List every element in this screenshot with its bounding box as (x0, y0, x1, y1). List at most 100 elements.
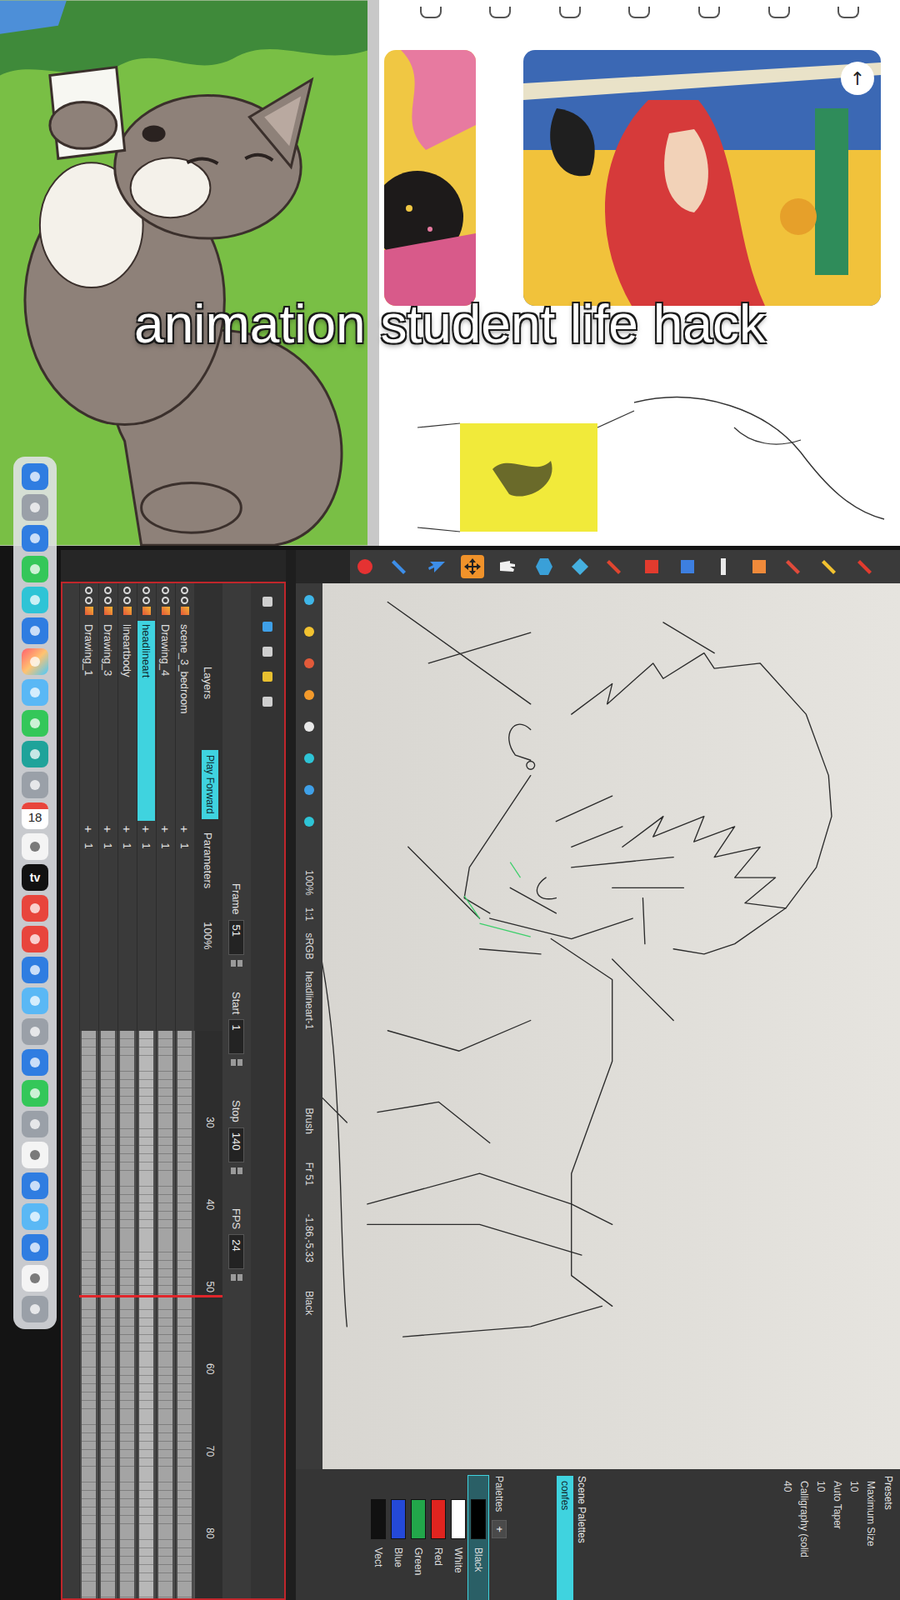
spinner-icon[interactable] (230, 1274, 243, 1281)
tool-button[interactable] (640, 555, 664, 579)
app-icon[interactable] (21, 1018, 49, 1045)
tool-button[interactable] (496, 555, 520, 579)
add-layer-button[interactable]: + (159, 820, 174, 838)
preset-item[interactable]: Auto Taper (831, 1480, 844, 1600)
spinner-icon[interactable] (230, 1167, 243, 1175)
drawing-canvas[interactable] (322, 583, 900, 1470)
app-icon[interactable] (21, 555, 49, 583)
lock-icon[interactable] (124, 596, 132, 605)
lock-icon[interactable] (85, 596, 94, 605)
app-icon[interactable] (21, 1295, 49, 1323)
timeline-tool-icon[interactable] (259, 593, 276, 610)
tool-button[interactable] (819, 555, 843, 579)
layer-track[interactable] (136, 1030, 156, 1599)
layer-row[interactable]: scene_3_bedroom + 1 (175, 583, 195, 1031)
preset-item[interactable]: 10 (815, 1480, 827, 1600)
color-row[interactable]: Green (408, 1475, 429, 1600)
add-color-button[interactable]: + (491, 1520, 507, 1539)
lock-icon[interactable] (143, 596, 151, 605)
visibility-icon[interactable] (105, 586, 113, 595)
timeline-tool-icon[interactable] (259, 668, 276, 685)
view-option-icon[interactable] (300, 813, 318, 830)
toolbar-icon[interactable] (489, 6, 511, 19)
app-icon[interactable] (21, 1110, 49, 1138)
lock-icon[interactable] (181, 596, 190, 605)
toolbar-icon[interactable] (768, 6, 790, 19)
app-icon[interactable]: 18 (21, 802, 49, 830)
tool-button[interactable] (568, 555, 592, 579)
palette-item[interactable]: confes (556, 1475, 574, 1600)
app-icon[interactable] (21, 525, 49, 552)
app-icon[interactable] (21, 987, 49, 1015)
app-icon[interactable] (21, 463, 49, 490)
app-icon[interactable] (21, 617, 49, 645)
app-icon[interactable] (21, 925, 49, 953)
app-icon[interactable] (21, 1141, 49, 1169)
app-icon[interactable] (21, 740, 49, 768)
tool-button[interactable] (747, 555, 771, 579)
app-icon[interactable] (21, 771, 49, 799)
view-option-icon[interactable] (300, 718, 318, 735)
tool-button[interactable] (783, 555, 807, 579)
tool-button[interactable] (675, 555, 700, 579)
app-icon[interactable] (21, 1203, 49, 1230)
view-option-icon[interactable] (300, 623, 318, 640)
view-option-icon[interactable] (300, 655, 318, 672)
app-icon[interactable] (21, 494, 49, 521)
tool-button[interactable] (353, 555, 377, 579)
scroll-top-button[interactable]: ↑ (840, 61, 875, 95)
timeline-tool-icon[interactable] (259, 693, 276, 710)
frame-ruler[interactable]: 304050607080 (194, 1030, 223, 1599)
timeline-tool-icon[interactable] (259, 643, 276, 660)
field-input[interactable]: 24 (229, 1234, 245, 1270)
layer-row[interactable]: Drawing_4 + 1 (155, 583, 175, 1031)
pixel-ratio[interactable]: 1:1 (303, 907, 315, 922)
zoom-level[interactable]: 100% (303, 870, 315, 896)
tool-button[interactable] (711, 555, 735, 579)
visibility-icon[interactable] (124, 586, 132, 595)
spinner-icon[interactable] (230, 960, 243, 967)
layer-row[interactable]: Drawing_3 + 1 (98, 583, 118, 1031)
preset-item[interactable]: 40 (781, 1480, 794, 1600)
preset-item[interactable]: Maximum Size (865, 1480, 877, 1600)
app-icon[interactable] (21, 1049, 49, 1076)
app-icon[interactable] (21, 679, 49, 706)
app-icon[interactable] (21, 1172, 49, 1200)
image-card[interactable]: ↑ (523, 50, 881, 306)
layer-track[interactable] (117, 1030, 137, 1599)
toolbar-icon[interactable] (698, 6, 720, 19)
app-icon[interactable]: tv (21, 864, 49, 891)
view-option-icon[interactable] (300, 781, 318, 799)
color-row[interactable]: Black (468, 1475, 489, 1600)
visibility-icon[interactable] (181, 586, 190, 595)
image-card[interactable] (384, 377, 893, 545)
preset-item[interactable]: 10 (848, 1480, 860, 1600)
toolbar-icon[interactable] (559, 6, 581, 19)
tool-button[interactable] (389, 555, 413, 579)
add-layer-button[interactable]: + (120, 820, 135, 838)
app-icon[interactable] (21, 895, 49, 922)
color-row[interactable]: Blue (388, 1475, 409, 1600)
color-row[interactable]: Red (428, 1475, 449, 1600)
layer-track[interactable] (79, 1030, 99, 1599)
timeline-tool-icon[interactable] (259, 618, 276, 635)
app-icon[interactable] (21, 710, 49, 737)
tool-button[interactable] (460, 555, 485, 579)
visibility-icon[interactable] (85, 586, 94, 595)
preset-item[interactable]: Calligraphy (solid (798, 1480, 810, 1600)
color-row[interactable]: White (448, 1475, 469, 1600)
app-icon[interactable] (21, 1265, 49, 1292)
visibility-icon[interactable] (162, 586, 170, 595)
app-icon[interactable] (21, 648, 49, 675)
view-option-icon[interactable] (300, 686, 318, 704)
add-layer-button[interactable]: + (82, 820, 97, 838)
toolbar-icon[interactable] (628, 6, 650, 19)
image-card[interactable] (384, 50, 476, 306)
field-input[interactable]: 51 (229, 920, 245, 955)
view-option-icon[interactable] (300, 750, 318, 767)
app-icon[interactable] (21, 956, 49, 984)
color-space[interactable]: sRGB (303, 932, 315, 960)
playhead[interactable] (79, 1295, 223, 1298)
opacity-value[interactable]: 100% (202, 921, 215, 950)
view-option-icon[interactable] (300, 591, 318, 609)
